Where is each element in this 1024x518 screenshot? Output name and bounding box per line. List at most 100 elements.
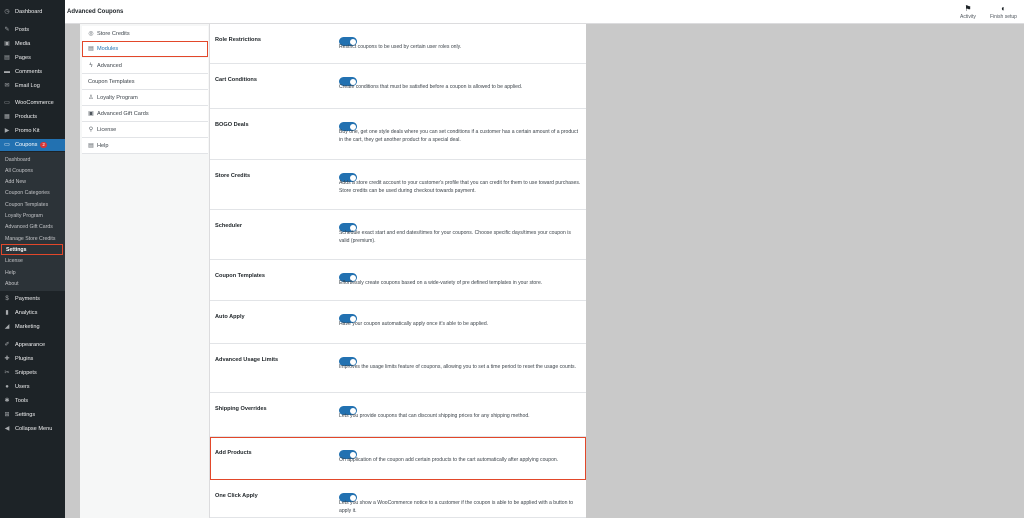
collapse-icon: ◀ <box>4 426 10 432</box>
dashboard-icon: ◷ <box>4 9 10 15</box>
settings-tab-loyalty-program[interactable]: ♙ Loyalty Program <box>82 90 208 106</box>
email-icon: ✉ <box>4 83 10 89</box>
module-row-cart-conditions: Cart Conditions Create conditions that mu… <box>210 64 586 109</box>
module-row-one-click-apply: One Click Apply Lets you show a WooCommer… <box>210 480 586 518</box>
menu-item-label: Coupons <box>15 142 38 148</box>
menu-item-label: Posts <box>15 27 29 33</box>
submenu-item-manage-store-credits[interactable]: Manage Store Credits <box>0 233 65 244</box>
module-name: Advanced Usage Limits <box>215 357 279 363</box>
settings-nav: ◎ Store Credits ▤ Modules ϟ Advanced Coupon Te… <box>80 24 210 518</box>
settings-tab-modules[interactable]: ▤ Modules <box>82 41 208 57</box>
flag-icon: ⚑ <box>964 4 972 13</box>
module-description: Adds a store credit account to your cust… <box>339 180 581 194</box>
snippets-icon: ✂ <box>4 370 10 376</box>
submenu-item-license[interactable]: License <box>0 256 65 267</box>
module-name: Scheduler <box>215 223 243 229</box>
menu-item-comments[interactable]: ▬ Comments <box>0 66 65 78</box>
menu-item-dashboard[interactable]: ◷ Dashboard <box>0 6 65 18</box>
submenu-item-advanced-gift-cards[interactable]: Advanced Gift Cards <box>0 222 65 233</box>
menu-item-marketing[interactable]: ◢ Marketing <box>0 321 65 333</box>
finish-setup-button[interactable]: ◐ Finish setup <box>990 4 1017 20</box>
menu-item-label: Plugins <box>15 356 34 362</box>
module-row-store-credits: Store Credits Adds a store credit account… <box>210 160 586 210</box>
module-name: One Click Apply <box>215 493 258 499</box>
submenu-item-about[interactable]: About <box>0 278 65 289</box>
module-row-bogo-deals: BOGO Deals Buy one, get one style deals w… <box>210 109 586 160</box>
module-name: Cart Conditions <box>215 77 257 83</box>
module-description: On application of the coupon add certain… <box>339 457 559 463</box>
module-description: Effortlessly create coupons based on a w… <box>339 280 543 286</box>
advanced-icon: ϟ <box>89 62 93 69</box>
appearance-icon: ✐ <box>4 342 10 348</box>
menu-item-products[interactable]: ▦ Products <box>0 111 65 123</box>
settings-tab-store-credits[interactable]: ◎ Store Credits <box>82 26 208 42</box>
promo-icon: ▶ <box>4 128 10 134</box>
tools-icon: ✱ <box>4 398 10 404</box>
menu-item-users[interactable]: ● Users <box>0 381 65 393</box>
module-name: Shipping Overrides <box>215 406 267 412</box>
help-icon: ▤ <box>88 143 94 149</box>
settings-tab-advanced-gift-cards[interactable]: ▣ Advanced Gift Cards <box>82 106 208 122</box>
menu-item-label: Promo Kit <box>15 128 40 134</box>
pages-icon: ▤ <box>4 55 10 61</box>
module-name: Auto Apply <box>215 314 245 320</box>
menu-item-label: Snippets <box>15 370 37 376</box>
menu-item-label: Payments <box>15 296 40 302</box>
menu-item-label: Pages <box>15 55 31 61</box>
users-icon: ● <box>5 384 9 390</box>
submenu-item-all-coupons[interactable]: All Coupons <box>0 165 65 176</box>
menu-item-payments[interactable]: $ Payments <box>0 293 65 305</box>
menu-item-collapse-menu[interactable]: ◀ Collapse Menu <box>0 423 65 435</box>
settings-tab-coupon-templates[interactable]: Coupon Templates <box>82 74 208 90</box>
menu-item-label: Analytics <box>15 310 38 316</box>
settings-tab-label: Coupon Templates <box>88 78 135 85</box>
module-description: Schedule exact start and end dates/times… <box>339 230 571 244</box>
menu-item-label: Settings <box>15 412 36 418</box>
menu-item-label: Users <box>15 384 30 390</box>
menu-item-settings[interactable]: ⊞ Settings <box>0 409 65 421</box>
module-name: Store Credits <box>215 173 251 179</box>
settings-tab-label: Advanced <box>97 62 122 69</box>
settings-tab-label: Help <box>97 142 109 149</box>
module-name: Coupon Templates <box>215 273 265 279</box>
module-row-shipping-overrides: Shipping Overrides Lets you provide coupo… <box>210 393 586 437</box>
count-badge: 2 <box>40 142 47 148</box>
menu-item-appearance[interactable]: ✐ Appearance <box>0 339 65 351</box>
module-row-scheduler: Scheduler Schedule exact start and end da… <box>210 210 586 260</box>
comments-icon: ▬ <box>4 69 10 75</box>
activity-button[interactable]: ⚑ Activity <box>960 4 976 20</box>
pin-icon: ✎ <box>4 27 10 33</box>
module-row-add-products: Add Products On application of the coupon… <box>210 437 586 480</box>
settings-tab-advanced[interactable]: ϟ Advanced <box>82 58 208 74</box>
submenu-item-add-new[interactable]: Add New <box>0 177 65 188</box>
menu-item-label: Media <box>15 41 31 47</box>
menu-item-pages[interactable]: ▤ Pages <box>0 52 65 64</box>
woocommerce-icon: ▭ <box>4 100 10 106</box>
settings-tab-label: Modules <box>97 45 119 52</box>
module-description: Improves the usage limits feature of cou… <box>339 364 576 370</box>
menu-item-snippets[interactable]: ✂ Snippets <box>0 367 65 379</box>
menu-item-coupons[interactable]: ▭ Coupons 2 <box>0 139 65 151</box>
menu-item-posts[interactable]: ✎ Posts <box>0 24 65 36</box>
submenu-item-coupon-templates[interactable]: Coupon Templates <box>0 199 65 210</box>
settings-tab-help[interactable]: ▤ Help <box>82 138 208 154</box>
menu-item-media[interactable]: ▣ Media <box>0 38 65 50</box>
menu-item-tools[interactable]: ✱ Tools <box>0 395 65 407</box>
module-name: Add Products <box>215 450 252 456</box>
menu-item-label: Marketing <box>15 324 40 330</box>
module-description: Buy one, get one style deals where you c… <box>339 129 578 143</box>
menu-item-email-log[interactable]: ✉ Email Log <box>0 80 65 92</box>
menu-item-woocommerce[interactable]: ▭ WooCommerce <box>0 97 65 109</box>
gift-cards-icon: ▣ <box>88 111 94 117</box>
menu-item-plugins[interactable]: ✚ Plugins <box>0 353 65 365</box>
submenu-item-loyalty-program[interactable]: Loyalty Program <box>0 211 65 222</box>
settings-tab-license[interactable]: ⚲ License <box>82 122 208 138</box>
submenu-item-help[interactable]: Help <box>0 267 65 278</box>
submenu-item-dashboard[interactable]: Dashboard <box>0 154 65 165</box>
settings-tab-label: Store Credits <box>97 30 130 37</box>
menu-item-analytics[interactable]: ▮ Analytics <box>0 307 65 319</box>
module-description: Lets you show a WooCommerce notice to a … <box>339 500 574 514</box>
submenu-item-coupon-categories[interactable]: Coupon Categories <box>0 188 65 199</box>
submenu-item-settings[interactable]: Settings <box>1 244 63 256</box>
menu-item-promo-kit[interactable]: ▶ Promo Kit <box>0 125 65 137</box>
